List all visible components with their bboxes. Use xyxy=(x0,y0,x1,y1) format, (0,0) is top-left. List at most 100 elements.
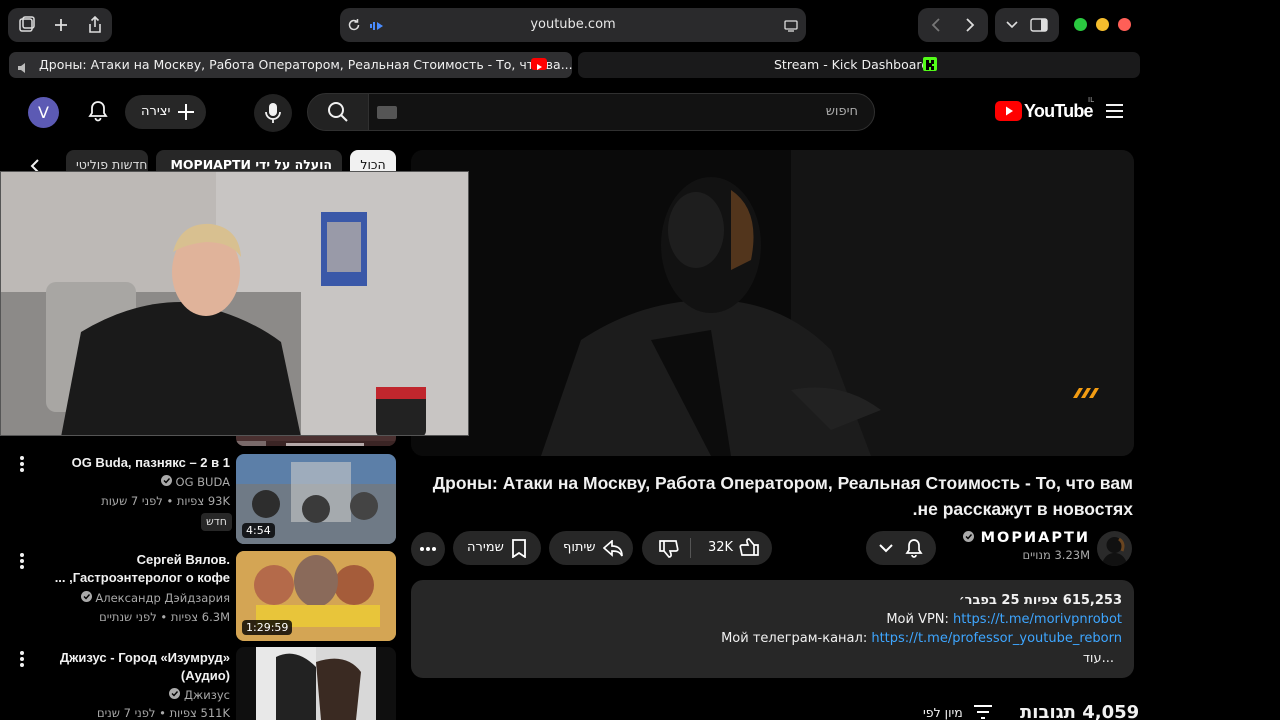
new-badge: חדש xyxy=(201,513,232,531)
channel-info: МОРИАРТИ 3.23M מנויים xyxy=(944,530,1090,562)
youtube-favicon-icon xyxy=(531,58,547,70)
video-player[interactable] xyxy=(411,150,1134,456)
notifications-icon[interactable] xyxy=(87,100,109,126)
create-label: יצירה xyxy=(141,104,171,119)
thumbnail-1[interactable]: 1:29:59 xyxy=(236,551,396,641)
more-vert-icon[interactable] xyxy=(17,456,27,474)
new-tab-icon[interactable] xyxy=(45,10,77,40)
like-count: 32K xyxy=(708,540,734,555)
side-channel-0[interactable]: OG BUDA xyxy=(40,475,230,489)
channel-name[interactable]: МОРИАРТИ xyxy=(944,530,1090,546)
view-stats: 615,253 צפיות 25 בפבר׳ xyxy=(958,593,1122,608)
minimize-button[interactable] xyxy=(1096,18,1109,31)
save-button[interactable]: שמירה xyxy=(453,531,541,565)
webcam-overlay xyxy=(0,171,469,436)
verified-icon xyxy=(962,531,974,542)
back-icon[interactable] xyxy=(920,10,952,40)
like-dislike-group: 32K xyxy=(642,531,772,565)
side-channel-name-2[interactable]: Джизус xyxy=(184,688,230,702)
more-vert-icon[interactable] xyxy=(17,553,27,571)
url-text: youtube.com xyxy=(530,17,616,32)
subscription-button[interactable] xyxy=(866,531,936,565)
tab-kick[interactable]: Stream - Kick Dashboard xyxy=(578,52,1140,78)
thumbnail-0[interactable]: 4:54 xyxy=(236,454,396,544)
share-arrow-icon xyxy=(603,540,623,557)
create-button[interactable]: יצירה xyxy=(125,95,206,129)
youtube-logo[interactable]: YouTube IL xyxy=(995,96,1095,124)
video-frame xyxy=(411,150,1134,456)
bell-icon xyxy=(905,539,923,558)
bookmark-icon xyxy=(512,539,526,558)
verified-icon xyxy=(80,591,92,602)
save-label: שמירה xyxy=(467,540,504,555)
region-code: IL xyxy=(1088,96,1094,104)
side-channel-name-0[interactable]: OG BUDA xyxy=(176,475,230,489)
sort-icon xyxy=(974,705,992,719)
duration-badge: 1:29:59 xyxy=(242,620,293,635)
channel-avatar[interactable] xyxy=(1097,531,1132,566)
duration-badge: 4:54 xyxy=(242,523,275,538)
side-meta-2: 511K צפיות • לפני 7 שנים xyxy=(96,706,230,720)
side-meta-0: 93K צפיות • לפני 7 שעות xyxy=(101,494,230,508)
tab-active[interactable]: Дроны: Атаки на Москву, Работа Операторо… xyxy=(9,52,573,78)
more-vert-icon[interactable] xyxy=(17,651,27,669)
side-video-title-0[interactable]: OG Buda, пазнякс – 2 в 1 xyxy=(40,454,230,472)
avatar[interactable]: V xyxy=(28,97,59,128)
right-black-strip xyxy=(1148,0,1280,720)
youtube-logo-text: YouTube xyxy=(1024,101,1094,121)
share-button[interactable]: שיתוף xyxy=(549,531,633,565)
channel-name-text[interactable]: МОРИАРТИ xyxy=(981,530,1090,546)
comment-count: 4,059 תגובות xyxy=(1020,702,1140,720)
dislike-icon[interactable] xyxy=(659,539,679,558)
share-icon[interactable] xyxy=(79,10,111,40)
side-channel-2[interactable]: Джизус xyxy=(40,688,230,702)
vpn-link[interactable]: https://t.me/morivpnrobot xyxy=(953,612,1122,627)
speaker-icon[interactable] xyxy=(17,59,31,78)
chevron-down-icon xyxy=(879,544,893,553)
side-meta-1: 6.3M צפיות • לפני שנתיים xyxy=(99,610,230,624)
verified-icon xyxy=(169,688,181,699)
more-horizontal-icon xyxy=(420,547,436,551)
webcam-image xyxy=(1,172,468,435)
side-video-title-1[interactable]: Сергей Вялов. Гастроэнтеролог о кофе, ..… xyxy=(40,551,230,587)
voice-search-button[interactable] xyxy=(254,94,292,132)
like-icon[interactable] xyxy=(739,538,759,557)
telegram-line: Мой телеграм-канал: https://t.me/profess… xyxy=(721,631,1122,646)
reader-icon[interactable] xyxy=(784,18,798,37)
address-bar[interactable]: youtube.com xyxy=(340,8,806,42)
microphone-icon xyxy=(265,103,281,123)
divider xyxy=(690,538,691,558)
maximize-button[interactable] xyxy=(1074,18,1087,31)
thumbnail-2[interactable] xyxy=(236,647,396,720)
youtube-logo-icon xyxy=(995,101,1022,121)
telegram-link[interactable]: https://t.me/professor_youtube_reborn xyxy=(871,631,1122,646)
share-label: שיתוף xyxy=(563,540,596,555)
side-channel-name-1[interactable]: Александр Дэйдзария xyxy=(95,591,230,605)
search-input[interactable]: חיפוש xyxy=(368,93,875,131)
sort-label: מיון לפי xyxy=(923,705,963,720)
close-button[interactable] xyxy=(1118,18,1131,31)
show-more-link[interactable]: ...עוד xyxy=(1083,651,1114,666)
side-video-title-2[interactable]: Джизус - Город «Изумруд» (Аудио) xyxy=(40,649,230,685)
previous-thumbnail-fragment[interactable] xyxy=(236,436,396,446)
verified-icon xyxy=(160,475,172,486)
search-button[interactable] xyxy=(307,93,369,131)
more-actions-button[interactable] xyxy=(411,532,445,566)
sidebar-toggle-icon[interactable] xyxy=(11,10,43,40)
keyboard-icon[interactable] xyxy=(377,106,397,119)
subscriber-count: 3.23M מנויים xyxy=(1022,548,1090,562)
telegram-label: Мой телеграм-канал: xyxy=(721,631,872,646)
description-box[interactable]: 615,253 צפיות 25 בפבר׳ Мой VPN: https://… xyxy=(411,580,1134,678)
vpn-label: Мой VPN: xyxy=(886,612,954,627)
menu-icon[interactable] xyxy=(1105,103,1124,123)
forward-icon[interactable] xyxy=(954,10,986,40)
split-view-icon[interactable] xyxy=(1023,10,1055,40)
side-channel-1[interactable]: Александр Дэйдзария xyxy=(40,591,230,605)
tab-title: Дроны: Атаки на Москву, Работа Операторо… xyxy=(39,57,573,72)
search-icon xyxy=(328,102,348,122)
vpn-line: Мой VPN: https://t.me/morivpnrobot xyxy=(886,612,1122,627)
sort-button[interactable]: מיון לפי xyxy=(923,704,995,720)
search-placeholder: חיפוש xyxy=(825,104,858,119)
browser-chrome: youtube.com Дроны: Атаки на Москву, Рабо… xyxy=(0,0,1148,86)
thumbnail-image-2 xyxy=(236,647,396,720)
